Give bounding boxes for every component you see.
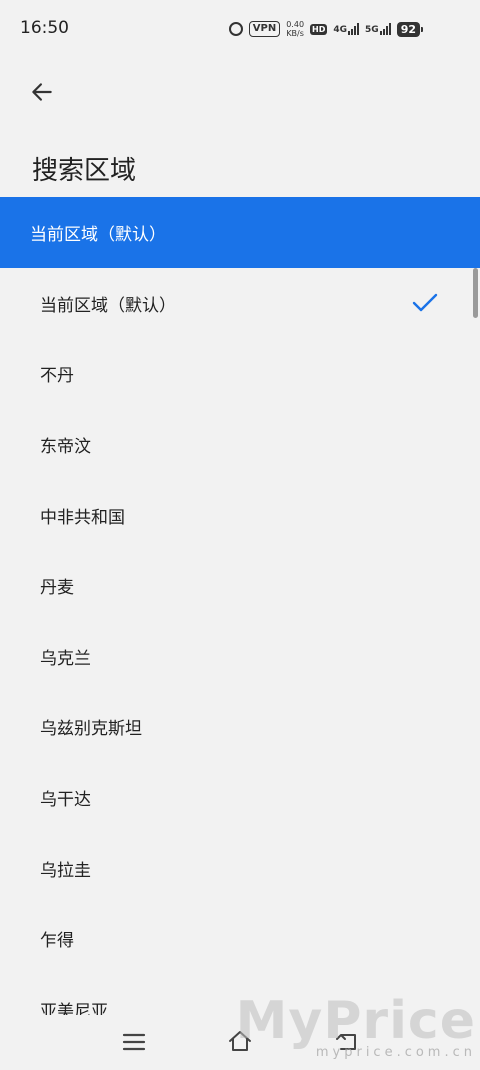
- region-label: 乌干达: [40, 789, 91, 810]
- list-item[interactable]: 乌克兰: [0, 621, 480, 692]
- list-item[interactable]: 乍得: [0, 903, 480, 974]
- navigation-bar: [0, 1015, 480, 1070]
- list-item[interactable]: 乌兹别克斯坦: [0, 692, 480, 763]
- hd-badge: HD: [310, 23, 328, 35]
- region-label: 丹麦: [40, 578, 74, 599]
- list-item[interactable]: 东帝汶: [0, 409, 480, 480]
- scrollbar[interactable]: [473, 268, 478, 318]
- region-label: 乍得: [40, 931, 74, 952]
- signal-5g: 5G: [365, 23, 391, 35]
- status-bar: 16:50 VPN 0.40 KB/s HD 4G 5G 92: [0, 0, 480, 56]
- region-label: 乌克兰: [40, 648, 91, 669]
- list-item[interactable]: 亚美尼亚: [0, 974, 480, 1015]
- status-icons: VPN 0.40 KB/s HD 4G 5G 92: [228, 18, 424, 40]
- alarm-icon: [228, 22, 243, 36]
- battery-icon: 92: [396, 21, 424, 37]
- region-label: 中非共和国: [40, 507, 125, 528]
- back-button[interactable]: [22, 72, 62, 112]
- selected-region-banner[interactable]: 当前区域（默认）: [0, 197, 480, 268]
- check-icon: [412, 294, 438, 312]
- region-list[interactable]: 当前区域（默认） 不丹 东帝汶 中非共和国 丹麦 乌克兰 乌兹别克斯坦 乌干达 …: [0, 268, 480, 1015]
- list-item[interactable]: 中非共和国: [0, 480, 480, 551]
- list-item[interactable]: 丹麦: [0, 550, 480, 621]
- home-icon[interactable]: [226, 1029, 254, 1053]
- arrow-left-icon: [32, 83, 52, 101]
- network-speed-value: 0.40: [286, 20, 305, 29]
- region-label: 乌拉圭: [40, 860, 91, 881]
- vpn-badge: VPN: [248, 21, 281, 37]
- page-title: 搜索区域: [32, 156, 137, 186]
- region-label: 不丹: [40, 366, 74, 387]
- network-speed: 0.40 KB/s: [286, 20, 304, 38]
- list-item[interactable]: 不丹: [0, 339, 480, 410]
- list-item[interactable]: 乌拉圭: [0, 833, 480, 904]
- region-label: 当前区域（默认）: [40, 295, 176, 316]
- list-item[interactable]: 当前区域（默认）: [0, 268, 480, 339]
- back-icon[interactable]: [333, 1029, 361, 1053]
- list-item[interactable]: 乌干达: [0, 762, 480, 833]
- region-label: 乌兹别克斯坦: [40, 719, 142, 740]
- network-speed-unit: KB/s: [286, 29, 304, 38]
- region-label: 亚美尼亚: [40, 1001, 108, 1015]
- region-label: 东帝汶: [40, 436, 91, 457]
- status-time: 16:50: [20, 18, 69, 38]
- signal-4g: 4G: [333, 23, 360, 35]
- menu-icon[interactable]: [122, 1032, 146, 1052]
- signal-bars-icon: [348, 23, 360, 35]
- signal-bars-icon: [379, 23, 391, 35]
